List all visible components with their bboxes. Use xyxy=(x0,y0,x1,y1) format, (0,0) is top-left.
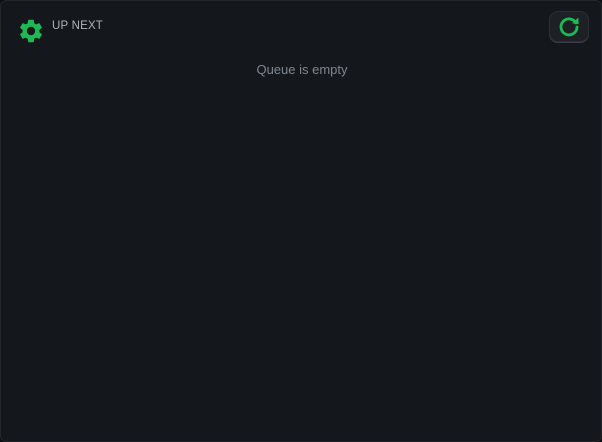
panel-title: UP NEXT xyxy=(52,20,104,32)
settings-button[interactable] xyxy=(15,15,47,47)
refresh-icon xyxy=(559,16,579,36)
panel-header: UP NEXT xyxy=(1,1,601,57)
up-next-panel: UP NEXT Queue is empty xyxy=(0,0,602,442)
refresh-button[interactable] xyxy=(549,11,589,42)
gear-icon xyxy=(20,19,42,43)
queue-empty-message: Queue is empty xyxy=(256,62,348,77)
